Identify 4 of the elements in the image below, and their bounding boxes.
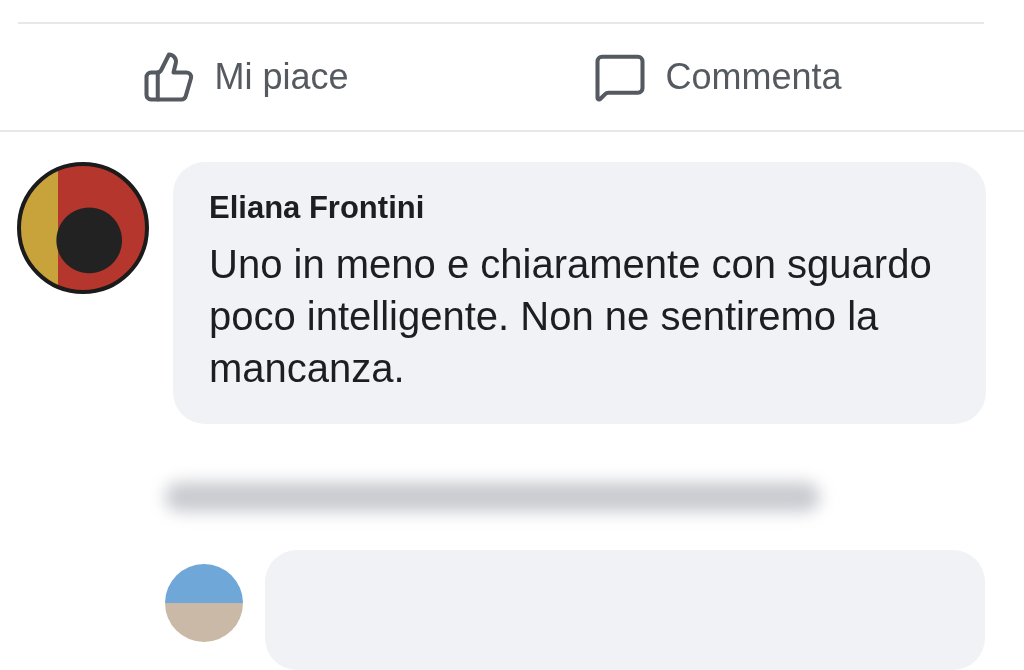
like-button[interactable]: Mi piace (132, 43, 359, 110)
comment-author: Eliana Frontini (209, 189, 426, 226)
comment-text: Uno in meno e chiaramente con sguardo poco intelligente. Non ne sentiremo la mancanza. (209, 240, 933, 392)
comment-button[interactable]: Commenta (583, 43, 852, 110)
